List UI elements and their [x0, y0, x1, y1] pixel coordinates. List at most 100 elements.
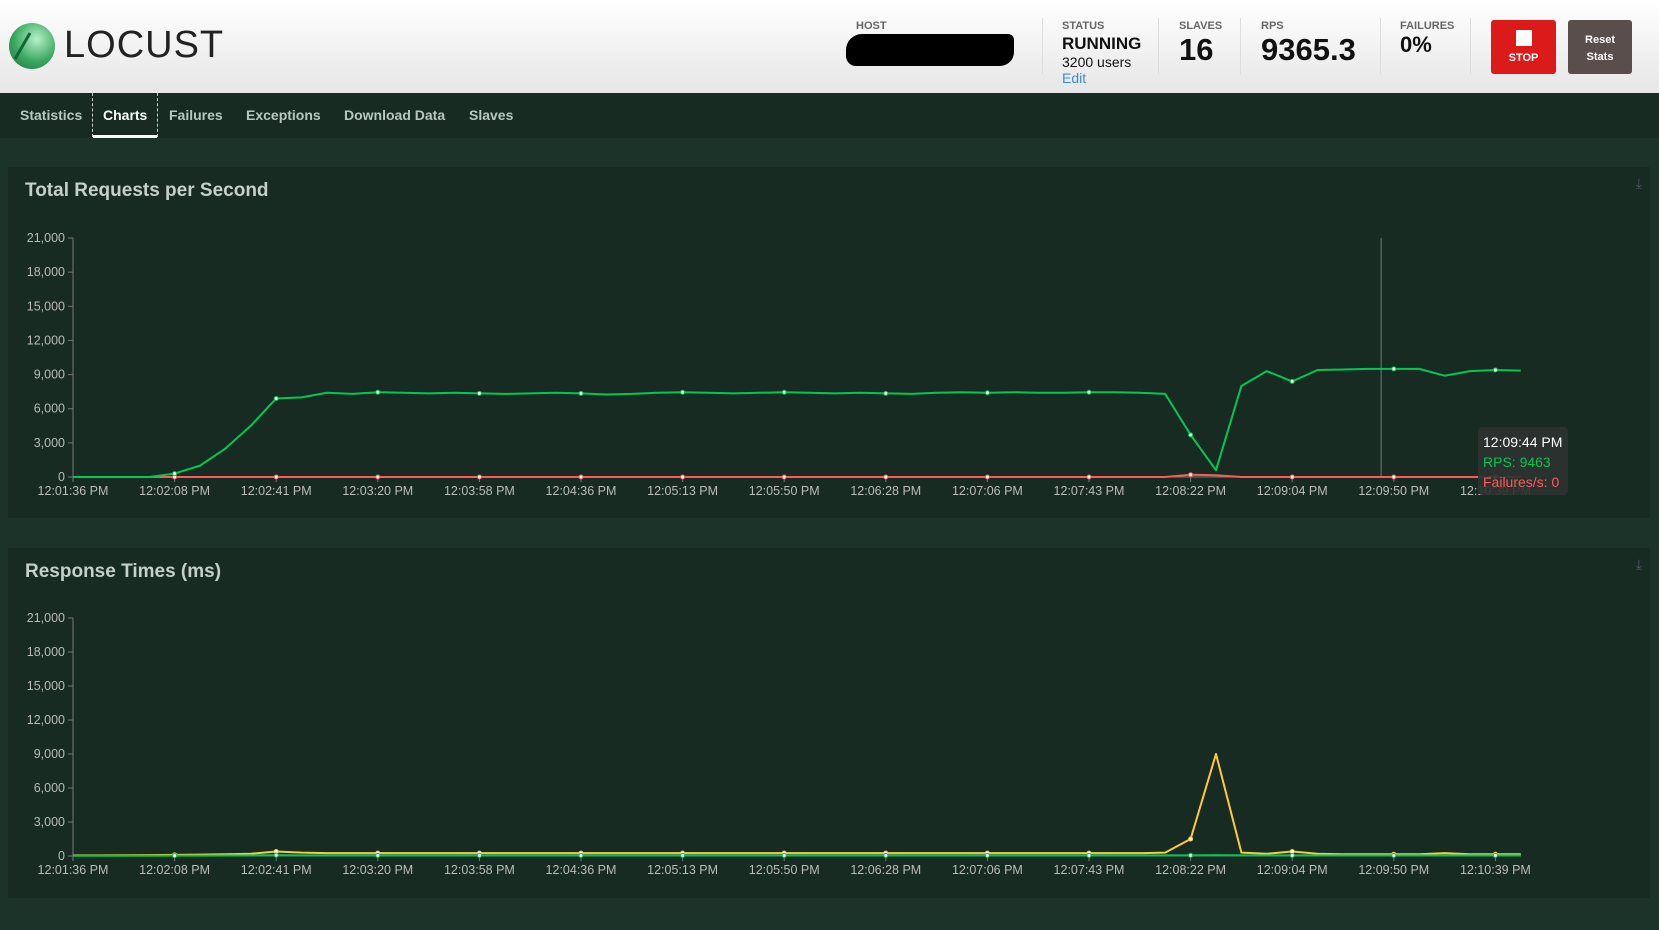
tooltip-time: 12:09:44 PM [1483, 434, 1563, 450]
x-tick-label: 12:02:08 PM [139, 863, 210, 877]
data-point [1391, 474, 1397, 480]
data-point [781, 852, 787, 858]
x-tick-label: 12:09:50 PM [1358, 484, 1429, 498]
download-icon[interactable]: ⤓ [1636, 556, 1642, 573]
x-tick-label: 12:08:22 PM [1155, 484, 1226, 498]
rps-chart-panel: Total Requests per Second ⤓ 0 3,000 6,000 9… [8, 167, 1650, 518]
series-line-1 [72, 753, 1521, 857]
data-point [1289, 852, 1295, 858]
data-point [680, 389, 686, 395]
tab-statistics[interactable]: Statistics [20, 93, 82, 137]
chart-tooltip: 12:09:44 PM RPS: 9463 Failures/s: 0 [1478, 427, 1568, 495]
data-point [781, 389, 787, 395]
x-tick-label: 12:07:43 PM [1054, 863, 1125, 877]
download-icon[interactable]: ⤓ [1636, 175, 1642, 192]
data-point [680, 852, 686, 858]
data-point [883, 390, 889, 396]
series-line-0 [73, 854, 1521, 857]
data-point [1492, 367, 1498, 373]
y-tick-label: 3,000 [34, 436, 65, 450]
data-point [273, 395, 279, 401]
y-tick-label: 12,000 [27, 713, 65, 727]
rps-value: 9365.3 [1261, 32, 1356, 67]
data-point [984, 852, 990, 858]
nav-tabs: Statistics Charts Failures Exceptions Do… [0, 93, 1659, 138]
status-label: STATUS [1062, 20, 1105, 32]
slaves-box: SLAVES 16 [1179, 20, 1222, 68]
tab-download-data[interactable]: Download Data [344, 93, 445, 137]
reset-label: Reset [1585, 34, 1615, 46]
x-tick-label: 12:10:39 PM [1460, 863, 1531, 877]
data-point [883, 474, 889, 480]
tab-slaves[interactable]: Slaves [469, 93, 513, 137]
failures-label: FAILURES [1400, 20, 1455, 32]
host-label: HOST [856, 20, 887, 32]
y-tick-label: 6,000 [34, 402, 65, 416]
x-tick-label: 12:02:41 PM [241, 484, 312, 498]
response-times-panel: Response Times (ms) ⤓ 0 3,000 6,000 9,000 12… [8, 548, 1650, 898]
status-box: STATUS RUNNING 3200 users Edit [1062, 20, 1141, 86]
tooltip-failures: Failures/s: 0 [1483, 474, 1560, 490]
y-tick-label: 0 [58, 849, 65, 863]
data-point [273, 852, 279, 858]
data-point [1086, 474, 1092, 480]
y-tick-label: 6,000 [34, 781, 65, 795]
divider [1158, 18, 1159, 74]
x-tick-label: 12:03:58 PM [444, 863, 515, 877]
y-tick-label: 9,000 [34, 368, 65, 382]
data-point [578, 852, 584, 858]
divider [1470, 18, 1471, 74]
x-tick-label: 12:07:43 PM [1054, 484, 1125, 498]
data-point [1492, 852, 1498, 858]
x-tick-label: 12:07:06 PM [952, 484, 1023, 498]
failures-value: 0% [1400, 32, 1432, 57]
data-point [375, 389, 381, 395]
reset-label-2: Stats [1586, 51, 1614, 63]
data-point [1188, 432, 1194, 438]
data-point [375, 852, 381, 858]
response-times-chart: 0 3,000 6,000 9,000 12,000 15,000 18,000 21,000… [27, 611, 1531, 877]
divider [1240, 18, 1241, 74]
y-tick-label: 12,000 [27, 333, 65, 347]
slaves-value: 16 [1179, 32, 1214, 67]
rps-chart: 0 3,000 6,000 9,000 12,000 15,000 18,000 21,000… [27, 231, 1531, 498]
x-tick-label: 12:03:20 PM [342, 863, 413, 877]
data-point [984, 390, 990, 396]
x-tick-label: 12:02:08 PM [139, 484, 210, 498]
y-tick-label: 18,000 [27, 265, 65, 279]
tab-failures[interactable]: Failures [169, 93, 223, 137]
y-tick-label: 9,000 [34, 747, 65, 761]
x-tick-label: 12:07:06 PM [952, 863, 1023, 877]
series-line-1 [73, 473, 1521, 478]
y-tick-label: 15,000 [27, 679, 65, 693]
data-point [172, 471, 178, 477]
status-value: RUNNING [1062, 34, 1142, 53]
data-point [273, 474, 279, 480]
stop-label: STOP [1508, 52, 1539, 64]
x-tick-label: 12:04:36 PM [546, 484, 617, 498]
logo-text: LOCUST [64, 24, 225, 66]
x-tick-label: 12:04:36 PM [546, 863, 617, 877]
x-tick-label: 12:06:28 PM [850, 863, 921, 877]
stop-icon [1515, 30, 1532, 46]
data-point [1289, 474, 1295, 480]
data-point [375, 474, 381, 480]
x-tick-label: 12:06:28 PM [850, 484, 921, 498]
tab-exceptions[interactable]: Exceptions [246, 93, 321, 137]
locust-logo-icon [9, 23, 55, 69]
stop-button[interactable]: STOP [1491, 20, 1556, 74]
slaves-label: SLAVES [1179, 20, 1223, 32]
data-point [1289, 378, 1295, 384]
edit-link[interactable]: Edit [1062, 70, 1141, 86]
x-tick-label: 12:09:04 PM [1257, 484, 1328, 498]
chart-title: Response Times (ms) [25, 561, 222, 582]
host-box: HOST [856, 20, 887, 32]
tab-charts[interactable]: Charts [92, 93, 159, 138]
data-point [883, 852, 889, 858]
data-point [1188, 472, 1194, 478]
chart-title: Total Requests per Second [25, 180, 269, 201]
data-point [1086, 852, 1092, 858]
reset-stats-button[interactable]: Reset Stats [1568, 20, 1632, 74]
y-tick-label: 15,000 [27, 299, 65, 313]
y-tick-label: 3,000 [34, 815, 65, 829]
